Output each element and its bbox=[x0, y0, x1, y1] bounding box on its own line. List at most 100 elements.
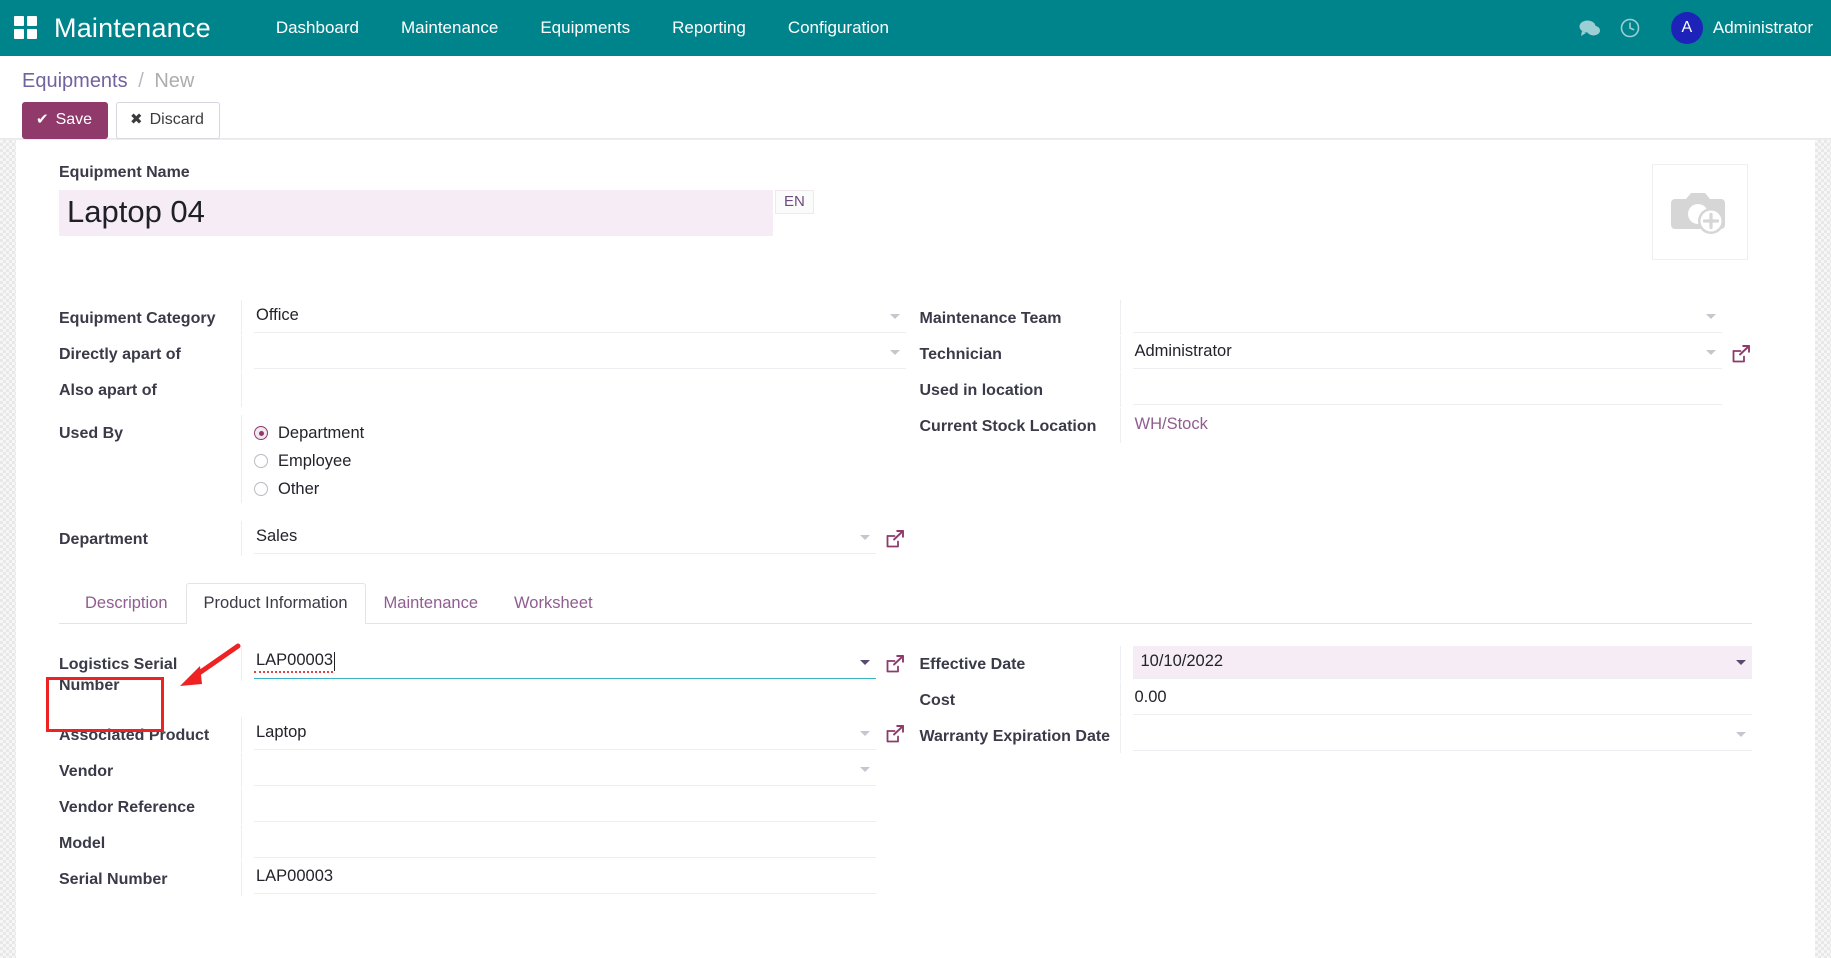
equipment-name-input[interactable] bbox=[59, 190, 773, 236]
field-label-warranty-expiration-date: Warranty Expiration Date bbox=[920, 718, 1120, 747]
username-menu[interactable]: Administrator bbox=[1713, 18, 1813, 38]
logistics-serial-number-input[interactable]: LAP00003 bbox=[254, 646, 876, 679]
chevron-down-icon[interactable] bbox=[860, 535, 870, 540]
equipment-image-upload[interactable] bbox=[1652, 164, 1748, 260]
radio-indicator-employee[interactable] bbox=[254, 454, 268, 468]
warranty-expiration-date-input[interactable] bbox=[1133, 718, 1753, 751]
top-navbar: Maintenance Dashboard Maintenance Equipm… bbox=[0, 0, 1831, 56]
radio-option-other[interactable]: Other bbox=[254, 475, 364, 503]
field-cell-effective-date: 10/10/2022 bbox=[1120, 646, 1753, 681]
clock-icon[interactable] bbox=[1615, 15, 1645, 41]
radio-option-employee[interactable]: Employee bbox=[254, 447, 364, 475]
field-label-associated-product: Associated Product bbox=[59, 717, 241, 746]
radio-option-department[interactable]: Department bbox=[254, 419, 364, 447]
also-apart-of-input[interactable] bbox=[254, 372, 906, 405]
field-cell-equipment-category: Office bbox=[241, 300, 906, 335]
field-model: Model bbox=[59, 825, 906, 860]
app-brand-title[interactable]: Maintenance bbox=[54, 13, 211, 44]
field-label-cost: Cost bbox=[920, 682, 1120, 711]
field-technician: Technician Administrator bbox=[920, 336, 1753, 371]
discard-button[interactable]: ✖Discard bbox=[116, 102, 220, 139]
internal-link-icon[interactable] bbox=[884, 723, 906, 745]
field-label-used-by: Used By bbox=[59, 415, 241, 444]
field-cell-cost: 0.00 bbox=[1120, 682, 1753, 717]
cost-input[interactable]: 0.00 bbox=[1133, 682, 1753, 715]
effective-date-input[interactable]: 10/10/2022 bbox=[1133, 646, 1753, 679]
equipment-name-input-wrap: EN bbox=[59, 190, 959, 236]
chevron-down-icon[interactable] bbox=[890, 350, 900, 355]
chevron-down-icon[interactable] bbox=[890, 314, 900, 319]
internal-link-icon[interactable] bbox=[884, 528, 906, 550]
field-cost: Cost 0.00 bbox=[920, 682, 1753, 717]
nav-menu-equipments[interactable]: Equipments bbox=[519, 0, 651, 56]
field-current-stock-location: Current Stock Location WH/Stock bbox=[920, 408, 1753, 443]
language-badge[interactable]: EN bbox=[775, 190, 814, 214]
ext-link-spacer bbox=[1730, 379, 1752, 401]
used-in-location-input[interactable] bbox=[1133, 372, 1723, 405]
chevron-down-icon[interactable] bbox=[1706, 314, 1716, 319]
current-stock-location-link[interactable]: WH/Stock bbox=[1133, 415, 1208, 434]
vendor-reference-input[interactable] bbox=[254, 789, 876, 822]
ext-link-spacer bbox=[884, 831, 906, 853]
breadcrumb: Equipments / New bbox=[22, 70, 1809, 93]
tab-worksheet[interactable]: Worksheet bbox=[496, 583, 611, 624]
chevron-down-icon[interactable] bbox=[860, 660, 870, 665]
department-input[interactable]: Sales bbox=[254, 521, 876, 554]
nav-menu-dashboard[interactable]: Dashboard bbox=[255, 0, 380, 56]
internal-link-icon[interactable] bbox=[1730, 343, 1752, 365]
chevron-down-icon[interactable] bbox=[1736, 660, 1746, 665]
field-cell-logistics-serial-number: LAP00003 bbox=[241, 646, 906, 681]
field-cell-department: Sales bbox=[241, 521, 906, 556]
breadcrumb-item-new: New bbox=[154, 70, 194, 92]
directly-apart-of-input[interactable] bbox=[254, 336, 906, 369]
tab-product-information[interactable]: Product Information bbox=[186, 583, 366, 624]
technician-value: Administrator bbox=[1133, 342, 1232, 361]
internal-link-icon[interactable] bbox=[884, 653, 906, 675]
chevron-down-icon[interactable] bbox=[1736, 732, 1746, 737]
field-cell-also-apart-of bbox=[241, 372, 906, 407]
field-warranty-expiration-date: Warranty Expiration Date bbox=[920, 718, 1753, 753]
field-associated-product: Associated Product Laptop bbox=[59, 717, 906, 752]
breadcrumb-separator: / bbox=[138, 70, 144, 92]
radio-label-department: Department bbox=[278, 424, 364, 443]
field-cell-maintenance-team bbox=[1120, 300, 1753, 335]
field-label-department: Department bbox=[59, 521, 241, 550]
nav-menu-reporting[interactable]: Reporting bbox=[651, 0, 767, 56]
chevron-down-icon[interactable] bbox=[860, 767, 870, 772]
field-label-technician: Technician bbox=[920, 336, 1120, 365]
close-x-icon: ✖ bbox=[130, 111, 143, 128]
model-input[interactable] bbox=[254, 825, 876, 858]
tab-maintenance[interactable]: Maintenance bbox=[366, 583, 496, 624]
breadcrumb-item-equipments[interactable]: Equipments bbox=[22, 70, 128, 92]
serial-number-input[interactable]: LAP00003 bbox=[254, 861, 876, 894]
ext-link-spacer bbox=[1730, 307, 1752, 329]
field-label-vendor: Vendor bbox=[59, 753, 241, 782]
apps-grid-icon[interactable] bbox=[14, 16, 38, 40]
field-used-in-location: Used in location bbox=[920, 372, 1753, 407]
save-button[interactable]: ✔Save bbox=[22, 102, 108, 139]
maintenance-team-input[interactable] bbox=[1133, 300, 1723, 333]
chevron-down-icon[interactable] bbox=[1706, 350, 1716, 355]
avatar[interactable]: A bbox=[1671, 12, 1703, 44]
field-label-logistics-serial-number: Logistics Serial Number bbox=[59, 646, 241, 697]
radio-indicator-other[interactable] bbox=[254, 482, 268, 496]
associated-product-input[interactable]: Laptop bbox=[254, 717, 876, 750]
chevron-down-icon[interactable] bbox=[860, 731, 870, 736]
chat-bubbles-icon[interactable] bbox=[1575, 15, 1605, 41]
cost-value: 0.00 bbox=[1133, 688, 1167, 707]
field-cell-technician: Administrator bbox=[1120, 336, 1753, 371]
radio-indicator-department[interactable] bbox=[254, 426, 268, 440]
right-field-group: Maintenance Team Technician Administrato… bbox=[906, 300, 1753, 557]
equipment-category-input[interactable]: Office bbox=[254, 300, 906, 333]
field-directly-apart-of: Directly apart of bbox=[59, 336, 906, 371]
radio-label-other: Other bbox=[278, 480, 319, 499]
control-panel: Equipments / New ✔Save ✖Discard bbox=[0, 56, 1831, 139]
vendor-input[interactable] bbox=[254, 753, 876, 786]
technician-input[interactable]: Administrator bbox=[1133, 336, 1723, 369]
tab-description[interactable]: Description bbox=[67, 583, 186, 624]
nav-menu-configuration[interactable]: Configuration bbox=[767, 0, 910, 56]
field-used-by: Used By Department Employee bbox=[59, 415, 906, 503]
used-by-radio-group: Department Employee Other bbox=[254, 415, 364, 503]
nav-menu-maintenance[interactable]: Maintenance bbox=[380, 0, 519, 56]
department-value: Sales bbox=[254, 527, 297, 546]
